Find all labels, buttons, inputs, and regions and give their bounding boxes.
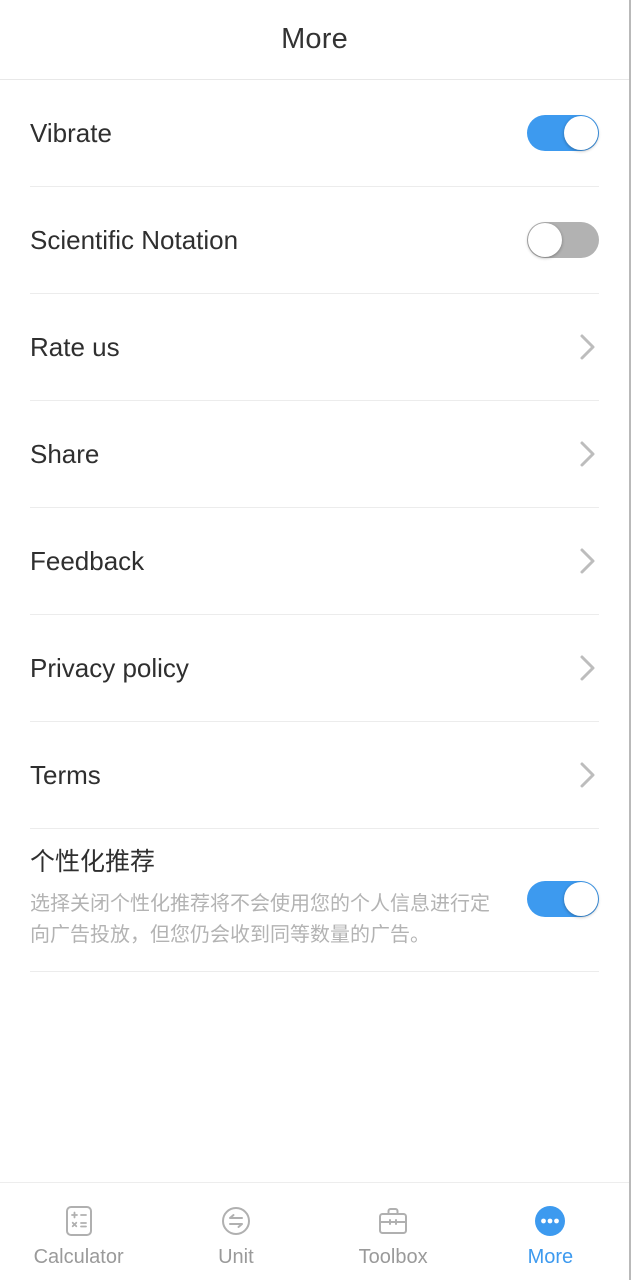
row-label: Terms — [30, 759, 101, 790]
tab-label: Calculator — [33, 1245, 124, 1268]
settings-row-vibrate[interactable]: Vibrate — [0, 80, 629, 186]
settings-row-scientific-notation[interactable]: Scientific Notation — [0, 187, 629, 293]
toggle-knob — [528, 223, 562, 257]
toggle-knob — [564, 882, 598, 916]
chevron-right-icon — [577, 437, 599, 471]
tab-label: Toolbox — [358, 1245, 428, 1268]
row-label: Rate us — [30, 331, 120, 362]
toggle-knob — [564, 116, 598, 150]
bottom-tab-bar: Calculator Unit Toolbox More — [0, 1182, 629, 1280]
tab-toolbox[interactable]: Toolbox — [315, 1183, 472, 1280]
more-settings-screen: More Vibrate Scientific Notation Rate us — [0, 0, 629, 1280]
row-label: Privacy policy — [30, 652, 189, 683]
calculator-icon — [59, 1201, 99, 1241]
personalized-ads-text: 个性化推荐 选择关闭个性化推荐将不会使用您的个人信息进行定向广告投放，但您仍会收… — [30, 847, 527, 951]
tab-label: More — [527, 1245, 574, 1268]
settings-row-privacy-policy[interactable]: Privacy policy — [0, 615, 629, 721]
page-title: More — [281, 23, 348, 55]
scientific-notation-toggle[interactable] — [527, 222, 599, 258]
settings-row-feedback[interactable]: Feedback — [0, 508, 629, 614]
header-bar: More — [0, 0, 629, 80]
tab-more[interactable]: More — [472, 1183, 629, 1280]
personalized-ads-description: 选择关闭个性化推荐将不会使用您的个人信息进行定向广告投放，但您仍会收到同等数量的… — [30, 893, 490, 946]
vibrate-toggle[interactable] — [527, 115, 599, 151]
row-divider — [30, 971, 599, 972]
chevron-right-icon — [577, 758, 599, 792]
settings-list: Vibrate Scientific Notation Rate us Shar… — [0, 80, 629, 1182]
settings-row-personalized-ads[interactable]: 个性化推荐 选择关闭个性化推荐将不会使用您的个人信息进行定向广告投放，但您仍会收… — [0, 829, 629, 971]
personalized-ads-toggle[interactable] — [527, 881, 599, 917]
chevron-right-icon — [577, 544, 599, 578]
tab-label: Unit — [218, 1245, 254, 1268]
chevron-right-icon — [577, 330, 599, 364]
row-label: Vibrate — [30, 117, 112, 148]
settings-row-share[interactable]: Share — [0, 401, 629, 507]
row-label: Scientific Notation — [30, 224, 239, 255]
personalized-ads-title: 个性化推荐 — [30, 848, 156, 876]
tab-unit[interactable]: Unit — [157, 1183, 314, 1280]
tab-calculator[interactable]: Calculator — [0, 1183, 157, 1280]
briefcase-icon — [373, 1201, 413, 1241]
more-dots-icon — [530, 1201, 570, 1241]
settings-row-rate-us[interactable]: Rate us — [0, 294, 629, 400]
row-label: Share — [30, 438, 100, 469]
chevron-right-icon — [577, 651, 599, 685]
settings-row-terms[interactable]: Terms — [0, 722, 629, 828]
unit-convert-icon — [216, 1201, 256, 1241]
row-label: Feedback — [30, 545, 145, 576]
